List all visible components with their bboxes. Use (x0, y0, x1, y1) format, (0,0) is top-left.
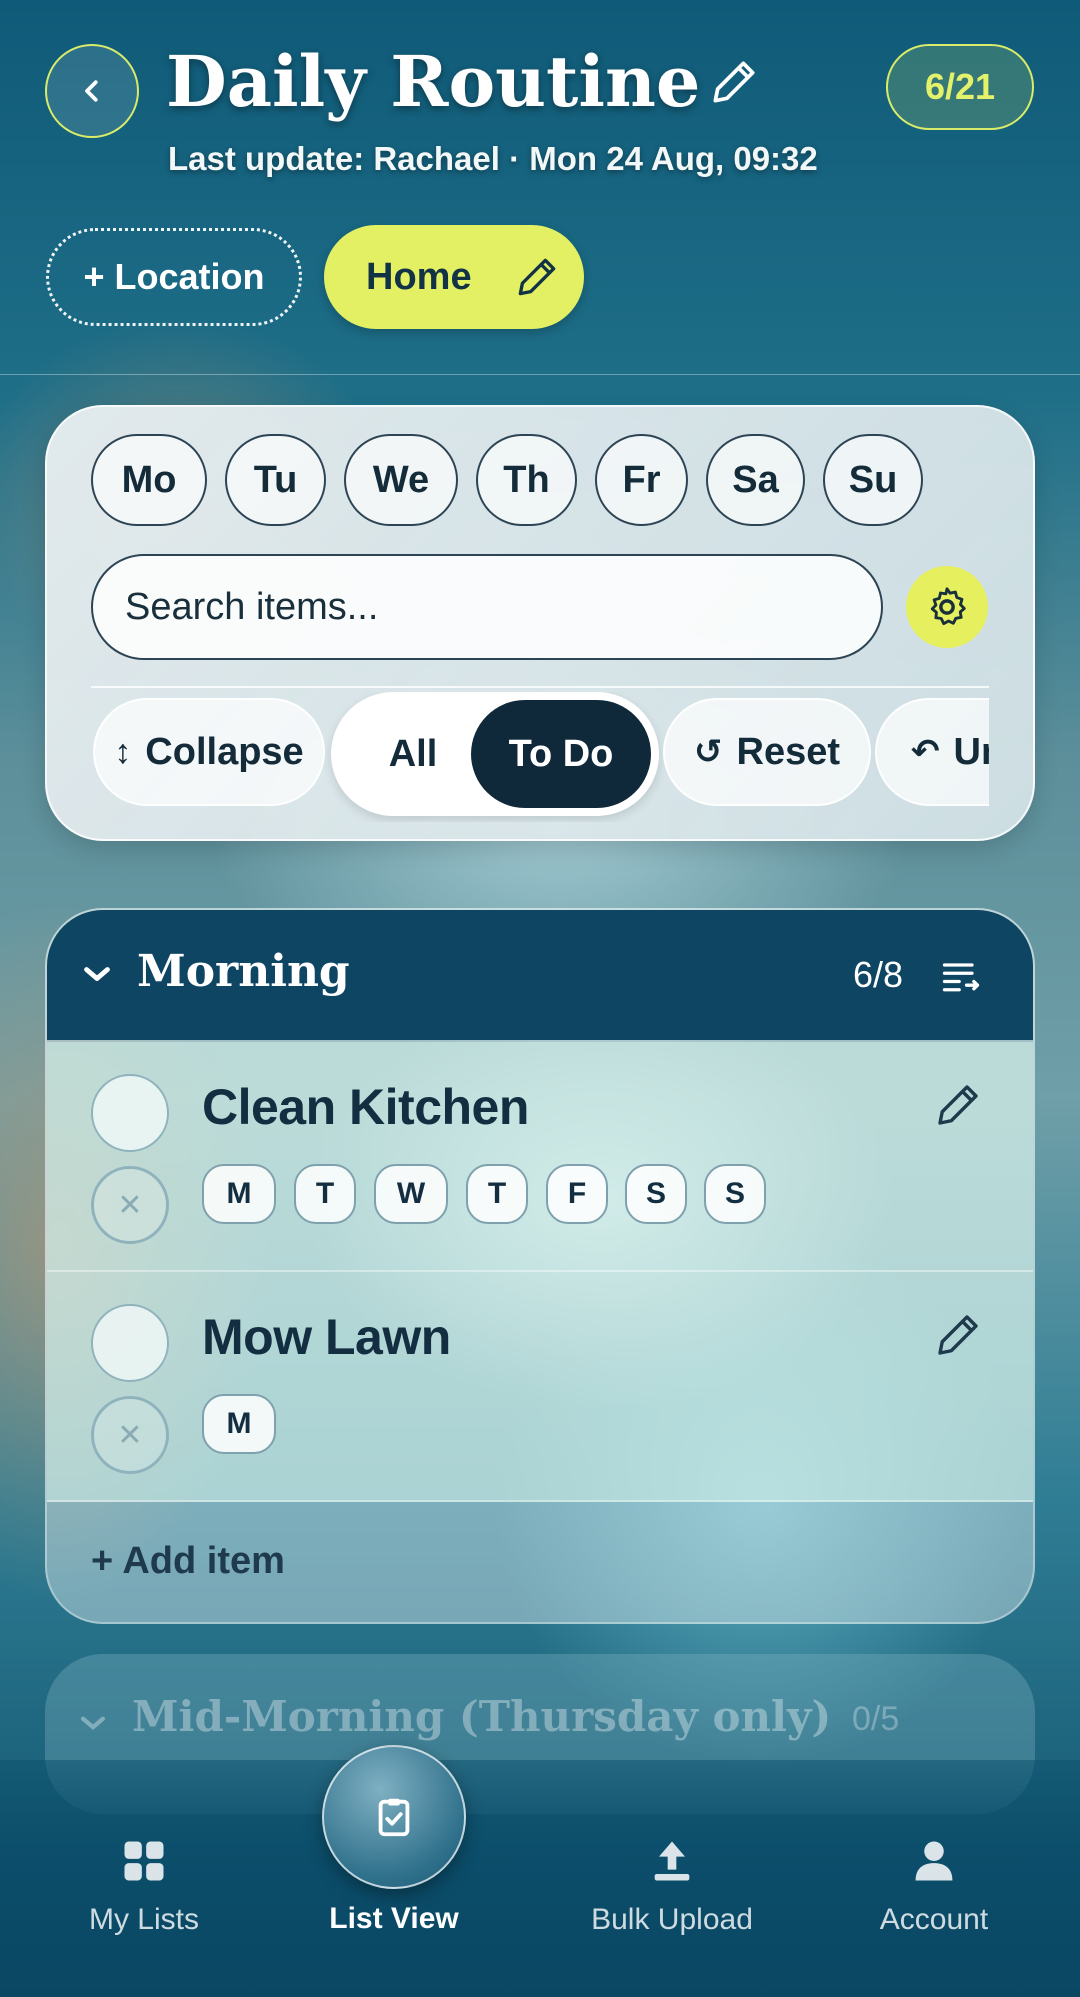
search-input[interactable]: Search items... (91, 554, 883, 660)
day-filter-mo[interactable]: Mo (91, 434, 207, 526)
day-tag: S (704, 1164, 766, 1224)
section-count: 6/8 (853, 954, 904, 995)
pencil-icon[interactable] (931, 1308, 985, 1362)
list-item: ✕ Mow Lawn M (47, 1272, 1033, 1502)
item-name: Clean Kitchen (202, 1079, 529, 1135)
day-tag: S (625, 1164, 687, 1224)
pencil-icon (518, 258, 555, 296)
add-item-button[interactable]: + Add item (91, 1540, 285, 1583)
nav-label: Bulk Upload (591, 1903, 753, 1936)
sort-list-icon[interactable] (939, 954, 983, 998)
collapse-label: Collapse (145, 730, 304, 773)
day-filter-su[interactable]: Su (823, 434, 923, 526)
nav-label: My Lists (88, 1903, 199, 1936)
day-filter-fr[interactable]: Fr (595, 434, 688, 526)
upload-icon (654, 1841, 690, 1881)
location-chip-home[interactable]: Home (324, 225, 584, 329)
chevron-down-icon (84, 967, 110, 981)
toolbar: ↕ Collapse All To Do ↺ Reset ↶ Undo (91, 692, 989, 822)
last-update-text: Last update: Rachael · Mon 24 Aug, 09:32 (168, 140, 818, 177)
day-filter-sa[interactable]: Sa (706, 434, 805, 526)
person-icon (915, 1841, 953, 1881)
skip-button[interactable]: ✕ (91, 1166, 169, 1244)
section-count: 0/5 (852, 1700, 900, 1738)
nav-account[interactable]: Account (834, 1835, 1034, 1937)
grid-icon (124, 1841, 164, 1881)
chevron-left-icon (85, 80, 98, 102)
complete-checkbox[interactable] (91, 1304, 169, 1382)
day-filter-we[interactable]: We (344, 434, 458, 526)
nav-my-lists[interactable]: My Lists (44, 1835, 244, 1937)
nav-label: List View (329, 1902, 459, 1935)
clipboard-check-icon (378, 1798, 410, 1837)
item-name: Mow Lawn (202, 1309, 451, 1365)
edit-title-button[interactable] (706, 54, 762, 110)
list-view-fab[interactable] (322, 1745, 466, 1889)
day-filter-tu[interactable]: Tu (225, 434, 326, 526)
day-tag: M (202, 1164, 276, 1224)
undo-button[interactable]: ↶ Undo (875, 698, 989, 806)
day-tag: F (546, 1164, 608, 1224)
list-item: ✕ Clean Kitchen M T W T F S S (47, 1042, 1033, 1272)
reset-label: Reset (736, 730, 841, 773)
section-title: Morning (137, 946, 350, 997)
gear-icon (930, 587, 966, 626)
section-card-morning: Morning 6/8 ✕ Clean Kitchen M T W T F S … (45, 908, 1035, 1624)
settings-button[interactable] (906, 566, 988, 648)
vertical-arrows-icon: ↕ (114, 732, 132, 771)
close-icon: ✕ (117, 1418, 143, 1452)
toggle-all[interactable]: All (353, 706, 473, 802)
section-header[interactable]: Morning 6/8 (47, 910, 1033, 1040)
page-title: Daily Routine (166, 40, 701, 123)
header-divider (0, 374, 1080, 375)
progress-counter-badge: 6/21 (886, 44, 1034, 130)
pencil-icon[interactable] (931, 1078, 985, 1132)
panel-divider (91, 686, 989, 688)
reset-icon: ↺ (694, 733, 723, 771)
back-button[interactable] (45, 44, 139, 138)
day-filter-th[interactable]: Th (476, 434, 577, 526)
section-title: Mid-Morning (Thursday only) (132, 1692, 832, 1741)
chevron-down-icon (80, 1716, 106, 1731)
collapse-button[interactable]: ↕ Collapse (93, 698, 325, 806)
undo-label: Undo (953, 730, 990, 773)
add-location-button[interactable]: + Location (46, 228, 302, 326)
day-tag: T (294, 1164, 356, 1224)
nav-bulk-upload[interactable]: Bulk Upload (572, 1835, 772, 1937)
day-tag: T (466, 1164, 528, 1224)
nav-list-view[interactable]: List View (294, 1902, 494, 1936)
toggle-to-do[interactable]: To Do (471, 700, 651, 808)
location-chip-label: Home (366, 255, 472, 298)
complete-checkbox[interactable] (91, 1074, 169, 1152)
day-tag: W (374, 1164, 448, 1224)
nav-label: Account (879, 1903, 989, 1936)
undo-icon: ↶ (911, 733, 940, 771)
reset-button[interactable]: ↺ Reset (663, 698, 871, 806)
day-tag: M (202, 1394, 276, 1454)
pencil-icon (713, 61, 755, 103)
skip-button[interactable]: ✕ (91, 1396, 169, 1474)
close-icon: ✕ (117, 1188, 143, 1222)
